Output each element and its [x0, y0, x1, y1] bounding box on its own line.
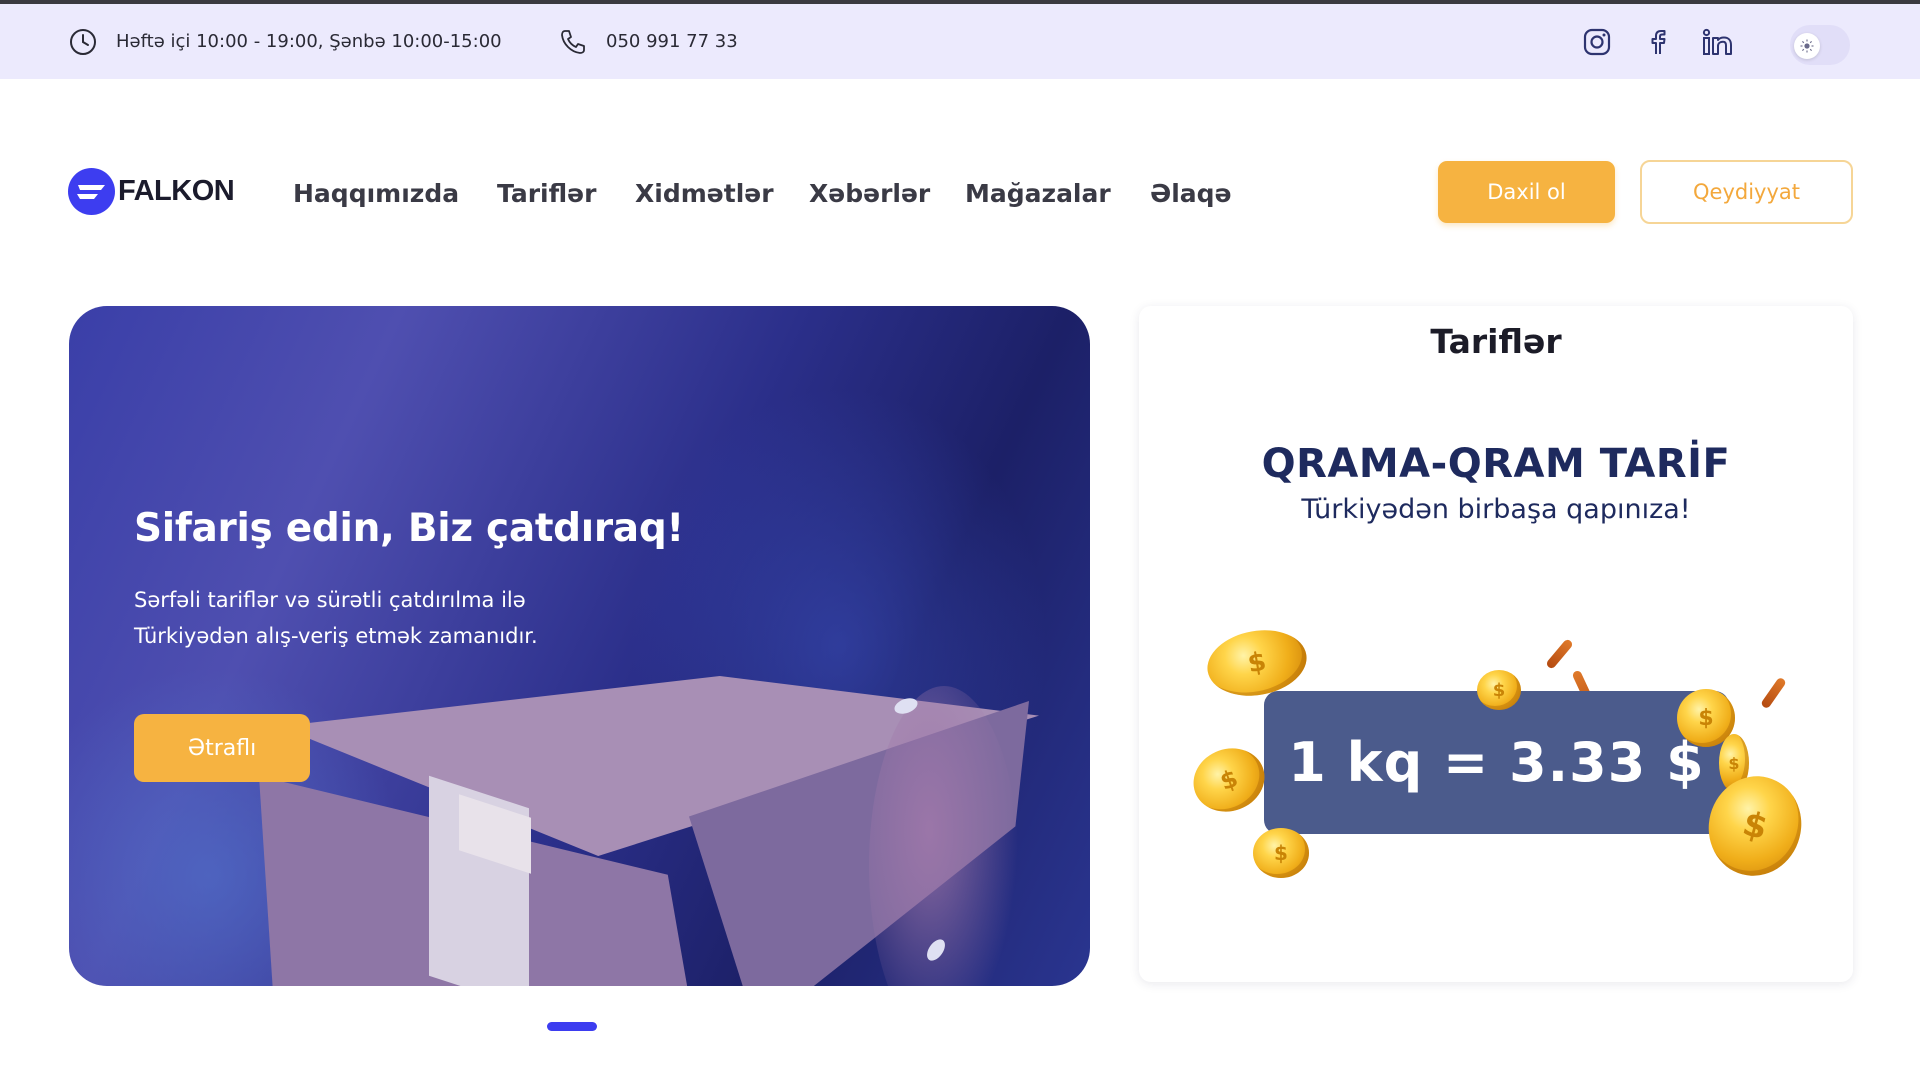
nav-item-news[interactable]: Xəbərlər [809, 173, 930, 213]
nav-item-tariffs[interactable]: Tariflər [497, 173, 596, 213]
hero-title: Sifariş edin, Biz çatdıraq! [134, 506, 684, 551]
top-info-bar: Həftə içi 10:00 - 19:00, Şənbə 10:00-15:… [0, 4, 1920, 79]
working-hours: Həftə içi 10:00 - 19:00, Şənbə 10:00-15:… [68, 4, 502, 79]
instagram-icon [1583, 28, 1611, 56]
tariffs-card-title: Tariflər [1430, 322, 1562, 361]
nav-item-services[interactable]: Xidmətlər [635, 173, 774, 213]
linkedin-link[interactable] [1700, 24, 1736, 60]
carousel-dot-active[interactable] [547, 1022, 597, 1031]
phone-contact[interactable]: 050 991 77 33 [558, 4, 738, 79]
coin-chip [1545, 638, 1574, 670]
nav-item-stores[interactable]: Mağazalar [965, 173, 1111, 213]
working-hours-text: Həftə içi 10:00 - 19:00, Şənbə 10:00-15:… [116, 31, 502, 52]
price-badge: 1 kq = 3.33 $ [1264, 691, 1729, 834]
instagram-link[interactable] [1579, 24, 1615, 60]
coin-chip [1760, 676, 1787, 710]
facebook-link[interactable] [1640, 24, 1676, 60]
tariffs-card: Tariflər QRAMA-QRAM TARİF Türkiyədən bir… [1139, 306, 1853, 982]
nav-item-about[interactable]: Haqqımızda [293, 173, 459, 213]
coin-icon: $ [1253, 828, 1309, 878]
hero-subtitle-line: Sərfəli tariflər və sürətli çatdırılma i… [134, 588, 526, 612]
more-details-button[interactable]: Ətraflı [134, 714, 310, 782]
hero-subtitle-line: Türkiyədən alış-veriş etmək zamanıdır. [134, 624, 538, 648]
hero-banner: Sifariş edin, Biz çatdıraq! Sərfəli tari… [69, 306, 1090, 986]
facebook-icon [1651, 30, 1666, 54]
phone-icon [561, 29, 585, 54]
clock-icon [70, 28, 96, 55]
theme-toggle-knob [1794, 33, 1820, 59]
phone-number[interactable]: 050 991 77 33 [606, 31, 738, 52]
theme-toggle[interactable] [1790, 25, 1850, 65]
brand-name: FALKON [118, 175, 235, 207]
promo-subtitle: Türkiyədən birbaşa qapınıza! [1301, 494, 1691, 525]
coin-icon: $ [1184, 738, 1274, 822]
nav-item-contact[interactable]: Əlaqə [1150, 173, 1232, 213]
hero-subtitle: Sərfəli tariflər və sürətli çatdırılma i… [134, 582, 654, 654]
sun-icon [1800, 39, 1814, 53]
coin-icon: $ [1477, 670, 1521, 710]
promo-title: QRAMA-QRAM TARİF [1261, 441, 1731, 487]
falkon-logo-icon [68, 168, 115, 215]
login-button[interactable]: Daxil ol [1438, 161, 1615, 223]
register-button[interactable]: Qeydiyyat [1640, 160, 1853, 224]
linkedin-icon [1702, 28, 1732, 55]
brand-logo[interactable]: FALKON [68, 168, 235, 215]
